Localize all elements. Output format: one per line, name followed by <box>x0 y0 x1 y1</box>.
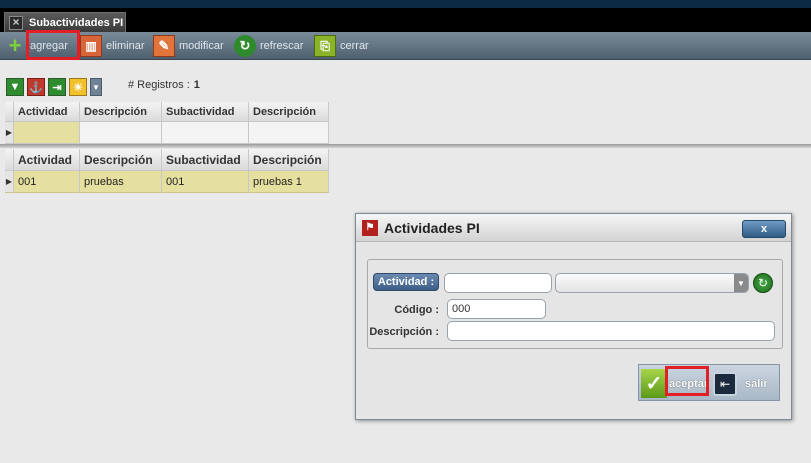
actividad-input[interactable] <box>444 273 552 293</box>
exit-icon: ⇤ <box>713 371 737 396</box>
row-indicator-icon: ▶ <box>5 122 14 144</box>
checkmark-icon: ✓ <box>641 369 667 398</box>
refresh-icon[interactable]: ↻ <box>753 273 773 293</box>
col-descripcion[interactable]: Descripción <box>80 102 162 122</box>
anchor-icon[interactable]: ⚓ <box>27 78 45 96</box>
actividad-select[interactable]: ▼ <box>555 273 749 293</box>
splitter[interactable] <box>0 144 811 148</box>
grid-toolbar: ▼ ⚓ ⇥ ☀ ▼ <box>6 77 105 97</box>
dialog-title-bar[interactable]: ⚑ Actividades PI <box>356 214 791 242</box>
download-icon[interactable]: ▼ <box>6 78 24 96</box>
col-descripcion-2[interactable]: Descripción <box>249 102 329 122</box>
export-icon[interactable]: ⇥ <box>48 78 66 96</box>
close-button[interactable]: ⎘ cerrar <box>314 34 369 58</box>
chevron-down-icon[interactable]: ▼ <box>734 274 748 292</box>
row-indicator-icon: ▶ <box>5 171 14 193</box>
actividad-lookup-button[interactable]: Actividad : <box>373 273 439 291</box>
actividades-dialog: ⚑ Actividades PI x Actividad : ▼ ↻ Códig… <box>355 213 792 420</box>
form-fieldset: Actividad : ▼ ↻ Código : Descripción : <box>367 259 783 349</box>
col-actividad[interactable]: Actividad <box>14 149 80 171</box>
col-descripcion-2[interactable]: Descripción <box>249 149 329 171</box>
filter-grid: Actividad Descripción Subactividad Descr… <box>5 102 329 144</box>
grid-header: Actividad Descripción Subactividad Descr… <box>5 149 329 171</box>
records-count: # Registros :1 <box>128 79 200 91</box>
grid-header: Actividad Descripción Subactividad Descr… <box>5 102 329 122</box>
filter-cell-descripcion-2[interactable] <box>249 122 329 144</box>
descripcion-label: Descripción : <box>369 326 439 338</box>
title-bar: × Subactividades PI <box>0 0 811 32</box>
col-subactividad[interactable]: Subactividad <box>162 102 249 122</box>
app-icon: ⚑ <box>362 219 378 236</box>
filter-row[interactable]: ▶ <box>5 122 329 144</box>
refresh-icon: ↻ <box>234 35 256 57</box>
filter-cell-subactividad[interactable] <box>162 122 249 144</box>
tab-title: Subactividades PI <box>29 16 124 29</box>
pencil-icon: ✎ <box>153 35 175 57</box>
data-grid: Actividad Descripción Subactividad Descr… <box>5 149 329 193</box>
codigo-input[interactable] <box>447 299 546 319</box>
dialog-button-bar: ✓ aceptar ⇤ salir <box>638 364 780 401</box>
chevron-down-icon[interactable]: ▼ <box>90 78 102 96</box>
codigo-label: Código : <box>394 304 439 316</box>
plus-icon: + <box>8 33 22 58</box>
col-actividad[interactable]: Actividad <box>14 102 80 122</box>
highlight-accept-button <box>665 366 709 396</box>
table-row[interactable]: ▶ 001 pruebas 001 pruebas 1 <box>5 171 329 193</box>
tab-subactividades[interactable]: × Subactividades PI <box>4 12 126 32</box>
sun-icon[interactable]: ☀ <box>69 78 87 96</box>
delete-button[interactable]: ▥ eliminar <box>80 34 145 58</box>
main-toolbar: + agregar ▥ eliminar ✎ modificar ↻ refre… <box>0 32 811 60</box>
dialog-title: Actividades PI <box>384 219 480 236</box>
close-tab-icon[interactable]: × <box>9 15 23 30</box>
trash-icon: ▥ <box>80 35 102 57</box>
exit-button[interactable]: ⇤ salir <box>713 368 777 399</box>
filter-cell-descripcion[interactable] <box>80 122 162 144</box>
refresh-button[interactable]: ↻ refrescar <box>234 34 303 58</box>
dialog-close-button[interactable]: x <box>742 220 786 238</box>
edit-button[interactable]: ✎ modificar <box>153 34 224 58</box>
col-subactividad[interactable]: Subactividad <box>162 149 249 171</box>
highlight-add-button <box>26 30 80 60</box>
filter-cell-actividad[interactable] <box>14 122 80 144</box>
descripcion-input[interactable] <box>447 321 775 341</box>
exit-icon: ⎘ <box>314 35 336 57</box>
col-descripcion[interactable]: Descripción <box>80 149 162 171</box>
